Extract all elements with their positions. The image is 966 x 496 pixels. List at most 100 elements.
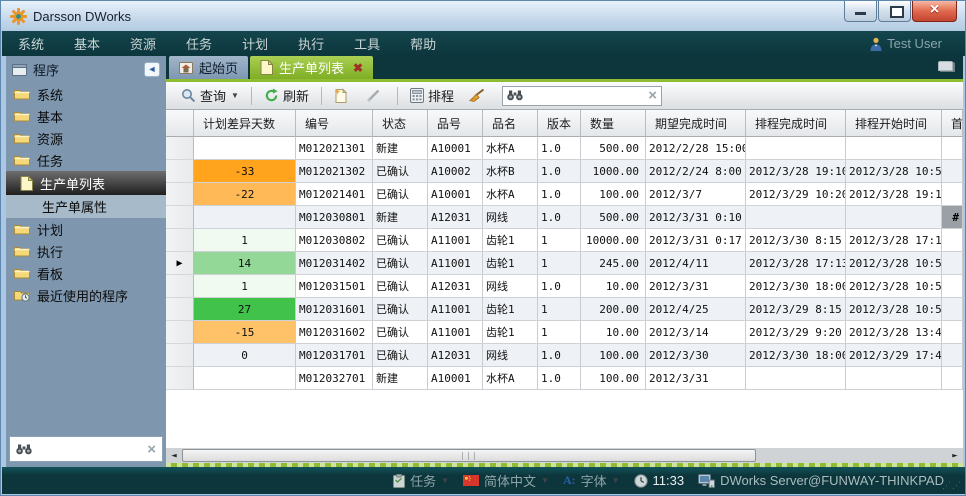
- column-header-7[interactable]: 期望完成时间: [646, 110, 746, 137]
- cell-expect: 2012/4/25: [646, 298, 746, 321]
- cell-version: 1.0: [538, 137, 581, 160]
- scroll-right-icon[interactable]: ►: [947, 448, 963, 463]
- table-row[interactable]: M012032701新建A10001水杯A1.0100.002012/3/31: [166, 367, 963, 390]
- table-row[interactable]: 0M012031701已确认A12031网线1.0100.002012/3/30…: [166, 344, 963, 367]
- tab-1[interactable]: 生产单列表✖: [250, 56, 373, 79]
- table-row[interactable]: 27M012031601已确认A11001齿轮11200.002012/4/25…: [166, 298, 963, 321]
- status-font-menu[interactable]: A: 字体 ▼: [563, 471, 620, 490]
- menu-item-2[interactable]: 资源: [130, 34, 156, 53]
- cell-expect: 2012/2/24 8:00: [646, 160, 746, 183]
- status-font-label: 字体: [581, 471, 607, 490]
- filter-search-box[interactable]: ×: [502, 86, 662, 106]
- cell-code: M012030801: [296, 206, 373, 229]
- status-task-menu[interactable]: 任务 ▼: [393, 471, 449, 490]
- clean-button[interactable]: [464, 86, 493, 105]
- menu-item-0[interactable]: 系统: [18, 34, 44, 53]
- filter-search-clear-icon[interactable]: ×: [648, 87, 657, 104]
- tab-close-icon[interactable]: ✖: [353, 61, 363, 75]
- user-box[interactable]: Test User: [870, 31, 942, 56]
- partial-column-header[interactable]: 首: [942, 110, 963, 137]
- title-bar[interactable]: Darsson DWorks: [1, 1, 965, 31]
- table-row[interactable]: 1M012031501已确认A12031网线1.010.002012/3/312…: [166, 275, 963, 298]
- sidebar-item-5[interactable]: 生产单属性: [6, 195, 166, 218]
- column-header-4[interactable]: 品名: [483, 110, 538, 137]
- column-header-1[interactable]: 编号: [296, 110, 373, 137]
- menu-item-5[interactable]: 执行: [298, 34, 324, 53]
- sidebar-item-4[interactable]: 生产单列表: [6, 171, 166, 195]
- edit-button[interactable]: [362, 86, 389, 105]
- table-row[interactable]: M012030801新建A12031网线1.0500.002012/3/31 0…: [166, 206, 963, 229]
- cell-diff: [194, 206, 296, 229]
- sidebar-item-8[interactable]: 看板: [6, 262, 166, 284]
- sidebar-item-3[interactable]: 任务: [6, 149, 166, 171]
- program-window-icon: [12, 64, 27, 76]
- column-header-9[interactable]: 排程开始时间: [846, 110, 942, 137]
- table-row[interactable]: 1M012030802已确认A11001齿轮1110000.002012/3/3…: [166, 229, 963, 252]
- scroll-left-icon[interactable]: ◄: [166, 448, 182, 463]
- query-button[interactable]: 查询 ▼: [177, 84, 243, 107]
- sidebar-item-2[interactable]: 资源: [6, 127, 166, 149]
- cell-partial: [942, 367, 963, 390]
- cell-expect: 2012/3/31 0:17: [646, 229, 746, 252]
- schedule-button[interactable]: 排程: [406, 84, 458, 107]
- sidebar-search-box[interactable]: ×: [9, 436, 163, 462]
- column-header-8[interactable]: 排程完成时间: [746, 110, 846, 137]
- menu-item-7[interactable]: 帮助: [410, 34, 436, 53]
- status-server[interactable]: DWorks Server@FUNWAY-THINKPAD: [698, 473, 944, 488]
- sidebar-item-label: 生产单列表: [40, 174, 105, 193]
- status-language-menu[interactable]: 简体中文 ▼: [463, 471, 549, 490]
- horizontal-scrollbar[interactable]: ◄ ||| ►: [166, 448, 963, 463]
- sidebar-item-7[interactable]: 执行: [6, 240, 166, 262]
- restore-button[interactable]: [878, 1, 911, 22]
- cell-status: 已确认: [373, 229, 428, 252]
- folder-icon: [14, 267, 30, 279]
- cell-code: M012021301: [296, 137, 373, 160]
- table-row[interactable]: M012021301新建A10001水杯A1.0500.002012/2/28 …: [166, 137, 963, 160]
- cell-sched_start: 2012/3/28 10:52: [846, 298, 942, 321]
- sidebar-search-clear-icon[interactable]: ×: [147, 441, 156, 458]
- column-header-6[interactable]: 数量: [581, 110, 646, 137]
- menu-bar: 系统 基本 资源 任务 计划 执行 工具 帮助 Test User: [2, 31, 966, 56]
- close-button[interactable]: [912, 1, 957, 22]
- cell-partial: [942, 229, 963, 252]
- minimize-button[interactable]: [844, 1, 877, 22]
- menu-item-3[interactable]: 任务: [186, 34, 212, 53]
- cell-version: 1.0: [538, 206, 581, 229]
- cell-version: 1.0: [538, 344, 581, 367]
- new-button[interactable]: [330, 86, 356, 106]
- resize-grip-icon[interactable]: ⋰⋰: [942, 480, 962, 491]
- row-indicator: ▶: [166, 252, 194, 275]
- column-header-3[interactable]: 品号: [428, 110, 483, 137]
- task-dropdown-icon[interactable]: ▼: [441, 476, 449, 485]
- table-row[interactable]: -33M012021302已确认A10002水杯B1.01000.002012/…: [166, 160, 963, 183]
- menu-item-6[interactable]: 工具: [354, 34, 380, 53]
- cell-sched_start: 2012/3/28 17:13: [846, 229, 942, 252]
- column-header-5[interactable]: 版本: [538, 110, 581, 137]
- menu-item-1[interactable]: 基本: [74, 34, 100, 53]
- cell-item_name: 水杯A: [483, 137, 538, 160]
- sidebar-collapse-button[interactable]: ◄: [144, 62, 160, 77]
- table-row[interactable]: -15M012031602已确认A11001齿轮1110.002012/3/14…: [166, 321, 963, 344]
- language-dropdown-icon[interactable]: ▼: [541, 476, 549, 485]
- sidebar-item-0[interactable]: 系统: [6, 83, 166, 105]
- sidebar-item-9[interactable]: 最近使用的程序: [6, 284, 166, 306]
- sidebar-item-1[interactable]: 基本: [6, 105, 166, 127]
- table-row[interactable]: ▶14M012031402已确认A11001齿轮11245.002012/4/1…: [166, 252, 963, 275]
- table-row[interactable]: -22M012021401已确认A10001水杯A1.0100.002012/3…: [166, 183, 963, 206]
- cell-code: M012021401: [296, 183, 373, 206]
- column-header-0[interactable]: 计划差异天数: [194, 110, 296, 137]
- cell-code: M012031402: [296, 252, 373, 275]
- cell-expect: 2012/3/30: [646, 344, 746, 367]
- scrollbar-thumb[interactable]: |||: [182, 449, 756, 462]
- menu-item-4[interactable]: 计划: [242, 34, 268, 53]
- status-language-label: 简体中文: [484, 471, 536, 490]
- font-dropdown-icon[interactable]: ▼: [612, 476, 620, 485]
- tab-0[interactable]: 起始页: [169, 56, 248, 79]
- schedule-label: 排程: [428, 86, 454, 105]
- sidebar-item-6[interactable]: 计划: [6, 218, 166, 240]
- query-dropdown-icon[interactable]: ▼: [231, 91, 239, 100]
- column-header-2[interactable]: 状态: [373, 110, 428, 137]
- refresh-button[interactable]: 刷新: [260, 84, 313, 107]
- cell-sched_start: [846, 367, 942, 390]
- tab-panel-icon[interactable]: [938, 61, 953, 71]
